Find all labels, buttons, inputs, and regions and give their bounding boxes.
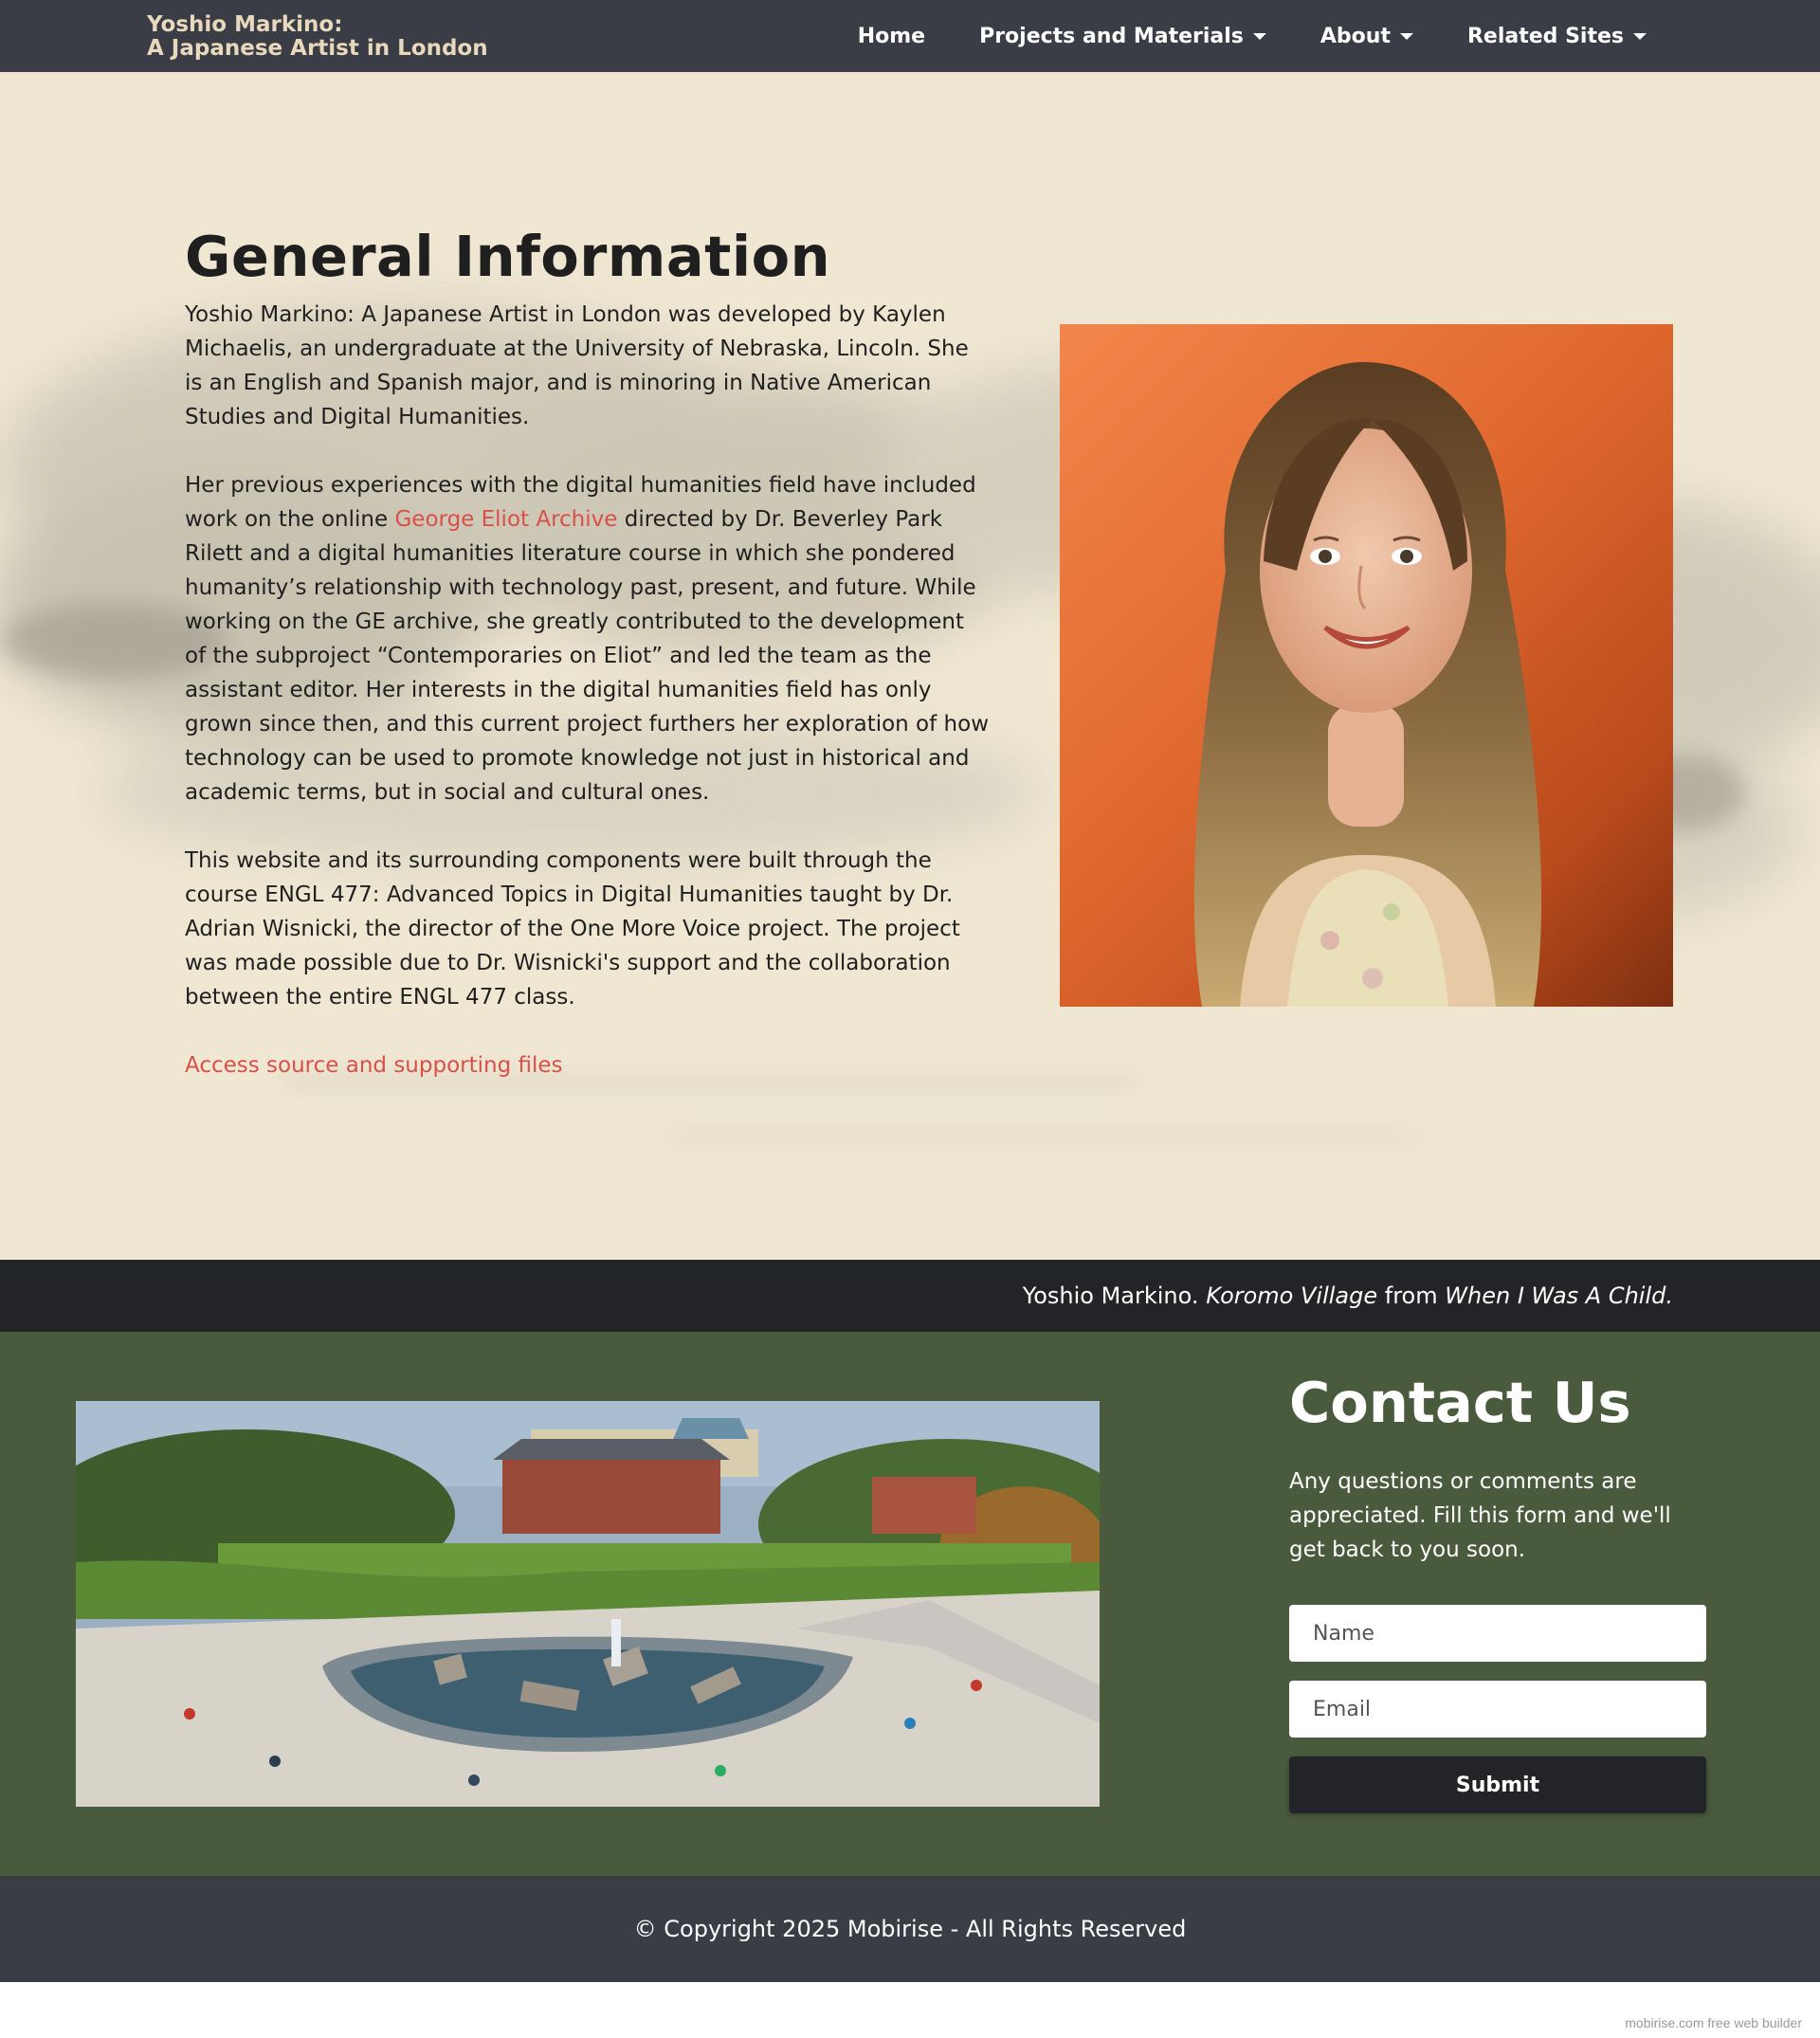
experience-paragraph: Her previous experiences with the digita… bbox=[185, 468, 991, 810]
caption-from: from bbox=[1384, 1283, 1438, 1309]
access-source-files-link[interactable]: Access source and supporting files bbox=[185, 1048, 991, 1083]
contact-description: Any questions or comments are appreciate… bbox=[1289, 1469, 1671, 1562]
image-caption-bar: Yoshio Markino. Koromo Village from When… bbox=[0, 1260, 1820, 1332]
info-text-block: General Information Yoshio Markino: A Ja… bbox=[185, 224, 991, 1083]
caret-down-icon bbox=[1399, 32, 1413, 40]
author-portrait-photo bbox=[1060, 324, 1673, 1007]
nav-item-label: About bbox=[1320, 24, 1391, 48]
contact-title: Contact Us bbox=[1289, 1370, 1631, 1435]
nav-item-related-sites[interactable]: Related Sites bbox=[1467, 25, 1647, 48]
image-caption: Yoshio Markino. Koromo Village from When… bbox=[1023, 1282, 1673, 1310]
nav-item-label: Projects and Materials bbox=[979, 24, 1244, 48]
course-paragraph: This website and its surrounding compone… bbox=[185, 848, 960, 1010]
caret-down-icon bbox=[1633, 32, 1647, 40]
campus-illustration bbox=[76, 1401, 1100, 1807]
brand-line-1: Yoshio Markino: bbox=[147, 12, 343, 37]
nav-item-about[interactable]: About bbox=[1320, 25, 1413, 48]
nav-item-projects-and-materials[interactable]: Projects and Materials bbox=[979, 25, 1266, 48]
contact-section: Contact Us Any questions or comments are… bbox=[0, 1332, 1820, 1876]
caret-down-icon bbox=[1252, 32, 1266, 40]
george-eliot-archive-link[interactable]: George Eliot Archive bbox=[394, 507, 617, 532]
brand-line-2: A Japanese Artist in London bbox=[147, 36, 488, 61]
nav-item-label: Home bbox=[857, 24, 926, 48]
submit-button[interactable]: Submit bbox=[1289, 1756, 1706, 1813]
mobirise-builder-link[interactable]: mobirise.com free web builder bbox=[1625, 2015, 1802, 2030]
contact-form-panel: Contact Us Any questions or comments are… bbox=[1289, 1370, 1706, 1813]
site-brand[interactable]: Yoshio Markino: A Japanese Artist in Lon… bbox=[147, 13, 488, 61]
portrait-illustration bbox=[1193, 362, 1542, 1007]
email-input[interactable] bbox=[1289, 1681, 1706, 1738]
nav-item-home[interactable]: Home bbox=[858, 25, 925, 48]
copyright-text: © Copyright 2025 Mobirise - All Rights R… bbox=[633, 1916, 1187, 1942]
navbar: Yoshio Markino: A Japanese Artist in Lon… bbox=[0, 0, 1820, 72]
nav-item-label: Related Sites bbox=[1466, 24, 1624, 48]
paragraph-text: directed by Dr. Beverley Park Rilett and… bbox=[185, 507, 990, 805]
footer: © Copyright 2025 Mobirise - All Rights R… bbox=[0, 1876, 1820, 1982]
caption-artist: Yoshio Markino. bbox=[1022, 1283, 1199, 1309]
caption-work-title: Koromo Village bbox=[1206, 1283, 1378, 1309]
campus-photo bbox=[76, 1401, 1100, 1807]
caption-book-title: When I Was A Child. bbox=[1445, 1283, 1673, 1309]
general-information-section: General Information Yoshio Markino: A Ja… bbox=[0, 72, 1820, 1260]
main-nav: Home Projects and Materials About Relate… bbox=[858, 0, 1647, 72]
name-input[interactable] bbox=[1289, 1605, 1706, 1662]
intro-paragraph: Yoshio Markino: A Japanese Artist in Lon… bbox=[185, 302, 969, 429]
page-title: General Information bbox=[185, 224, 831, 289]
